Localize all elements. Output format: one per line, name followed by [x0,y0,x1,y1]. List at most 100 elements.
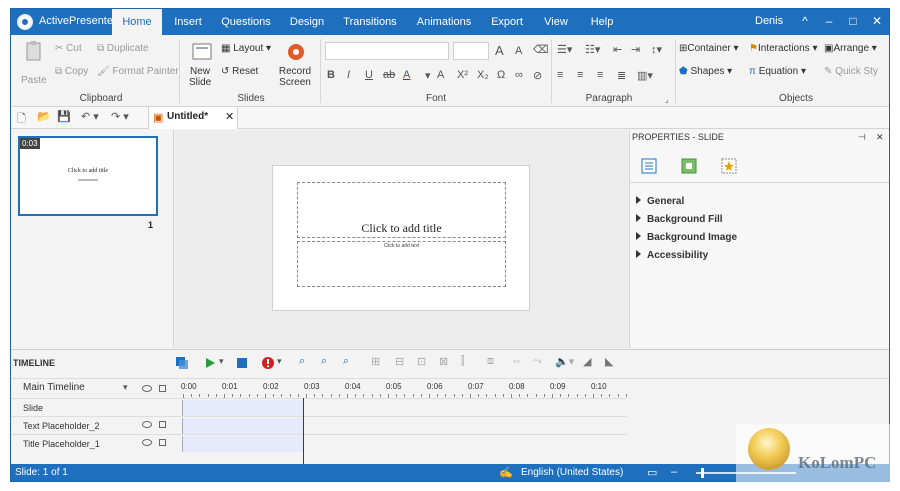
delete-time-icon[interactable]: ⊟ [395,355,404,368]
arrange-button[interactable]: ▣Arrange ▾ [824,43,877,54]
format-painter-button[interactable]: 🖌 Format Painter [97,66,179,77]
quick-style-button[interactable]: ✎ Quick Sty [824,66,878,77]
font-color-icon[interactable]: A [403,69,410,81]
align-center-icon[interactable]: ≡ [577,69,583,81]
view-mode-icon[interactable]: ▭ [647,466,657,479]
stop-icon[interactable] [235,356,249,370]
tab-help[interactable]: Help [585,9,619,35]
highlight-icon[interactable]: A [437,69,444,81]
align-right-icon[interactable]: ≡ [597,69,603,81]
record-icon[interactable] [261,356,275,370]
track-row-text-placeholder[interactable]: Text Placeholder_2 [11,416,627,434]
record-screen-button[interactable]: Record Screen [277,66,313,88]
equation-button[interactable]: π Equation ▾ [749,66,806,77]
language-status[interactable]: English (United States) [521,467,623,478]
shrink-font-icon[interactable]: A [515,45,522,57]
layout-button[interactable]: ▦ Layout ▾ [221,43,271,54]
slide-thumbnail[interactable]: 0:03 Click to add title [18,136,158,216]
line-spacing-icon[interactable]: ↕▾ [651,43,662,56]
new-slide-icon[interactable] [191,41,213,63]
playhead[interactable] [303,398,304,464]
properties-close-icon[interactable]: ✕ [876,130,884,144]
symbol-icon[interactable]: Ω [497,69,505,81]
general-section[interactable]: General [636,196,684,207]
zoom-out-icon[interactable]: ⌕ [321,355,327,368]
tab-questions[interactable]: Questions [218,9,274,35]
cursor-path-icon[interactable]: ⤳ [533,355,542,368]
container-button[interactable]: ⊞Container ▾ [679,43,739,54]
minimize-icon[interactable]: – [821,13,837,29]
shapes-button[interactable]: ⬟ Shapes ▾ [679,66,732,77]
track-row-slide[interactable]: Slide [11,398,627,416]
tab-home[interactable]: Home [112,9,162,35]
ribbon-collapse-icon[interactable]: ^ [797,13,813,29]
zoom-fit-icon[interactable]: ⌕ [343,355,349,368]
strikethrough-icon[interactable]: ab [383,69,395,81]
audio-icon[interactable]: 🔈▾ [555,355,574,368]
paste-icon[interactable] [23,40,45,62]
play-options-icon[interactable]: ▾ [219,356,224,367]
crop-icon[interactable]: ⊡ [417,355,426,368]
track-clip[interactable] [182,436,304,452]
increase-indent-icon[interactable]: ⇥ [631,43,640,56]
close-icon[interactable]: ✕ [869,13,885,29]
track-clip[interactable] [182,400,304,416]
zoom-slider-thumb[interactable] [701,468,704,478]
italic-icon[interactable]: I [347,69,350,81]
text-placeholder[interactable]: Click to add text [297,241,506,287]
track-row-title-placeholder[interactable]: Title Placeholder_1 [11,434,627,452]
copy-button[interactable]: ⧉ Copy [55,66,88,77]
font-family-select[interactable] [325,42,449,60]
zoom-in-icon[interactable]: ⌕ [299,355,305,368]
record-options-icon[interactable]: ▾ [277,356,282,367]
columns-icon[interactable]: ▥▾ [637,69,653,82]
select-tracks-icon[interactable] [175,356,189,370]
cut-button[interactable]: ✂ Cut [55,43,82,54]
tab-transitions[interactable]: Transitions [341,9,399,35]
bullets-icon[interactable]: ☰▾ [557,43,572,56]
paste-button[interactable]: Paste [21,75,47,86]
save-icon[interactable]: 💾 [57,110,71,123]
background-image-section[interactable]: Background Image [636,232,737,243]
main-timeline-select[interactable]: Main Timeline [23,382,85,393]
decrease-indent-icon[interactable]: ⇤ [613,43,622,56]
grow-font-icon[interactable]: A [495,43,504,58]
font-size-select[interactable] [453,42,489,60]
eye-icon[interactable] [142,421,152,428]
pin-icon[interactable]: ⊣ [858,130,866,144]
font-effect-icon[interactable]: ▾ [425,69,431,82]
lock-icon[interactable] [159,385,166,392]
reset-button[interactable]: ↺ Reset [221,66,258,77]
clear-format-icon[interactable]: ⌫ [533,43,549,56]
accessibility-section[interactable]: Accessibility [636,250,708,261]
tab-insert[interactable]: Insert [168,9,208,35]
eye-icon[interactable] [142,385,152,392]
track-clip[interactable] [182,418,304,434]
justify-icon[interactable]: ≣ [617,69,626,82]
record-screen-icon[interactable] [285,41,307,63]
cut-range-icon[interactable]: ⊠ [439,355,448,368]
tab-design[interactable]: Design [285,9,329,35]
tab-view[interactable]: View [539,9,573,35]
align-left-icon[interactable]: ≡ [557,69,563,81]
play-icon[interactable] [203,356,217,370]
title-placeholder[interactable]: Click to add title [297,182,506,238]
zoom-out-status-icon[interactable]: – [671,466,677,478]
redo-icon[interactable]: ↷ ▾ [111,110,129,123]
open-folder-icon[interactable]: 📂 [37,110,51,123]
unlink-icon[interactable]: ⊘ [533,69,542,82]
eye-icon[interactable] [142,439,152,446]
general-properties-icon[interactable] [640,157,658,175]
slide-canvas[interactable]: Click to add title Click to add text [272,165,530,311]
undo-icon[interactable]: ↶ ▾ [81,110,99,123]
user-name[interactable]: Denis [755,15,783,27]
lock-icon[interactable] [159,421,166,428]
subscript-icon[interactable]: X₂ [477,69,489,81]
split-icon[interactable]: ⫿ [461,355,465,368]
underline-icon[interactable]: U [365,69,373,81]
maximize-icon[interactable]: □ [845,13,861,29]
insert-time-icon[interactable]: ⊞ [371,355,380,368]
background-fill-section[interactable]: Background Fill [636,214,723,225]
tab-animations[interactable]: Animations [411,9,477,35]
new-slide-button[interactable]: New Slide [189,66,211,88]
